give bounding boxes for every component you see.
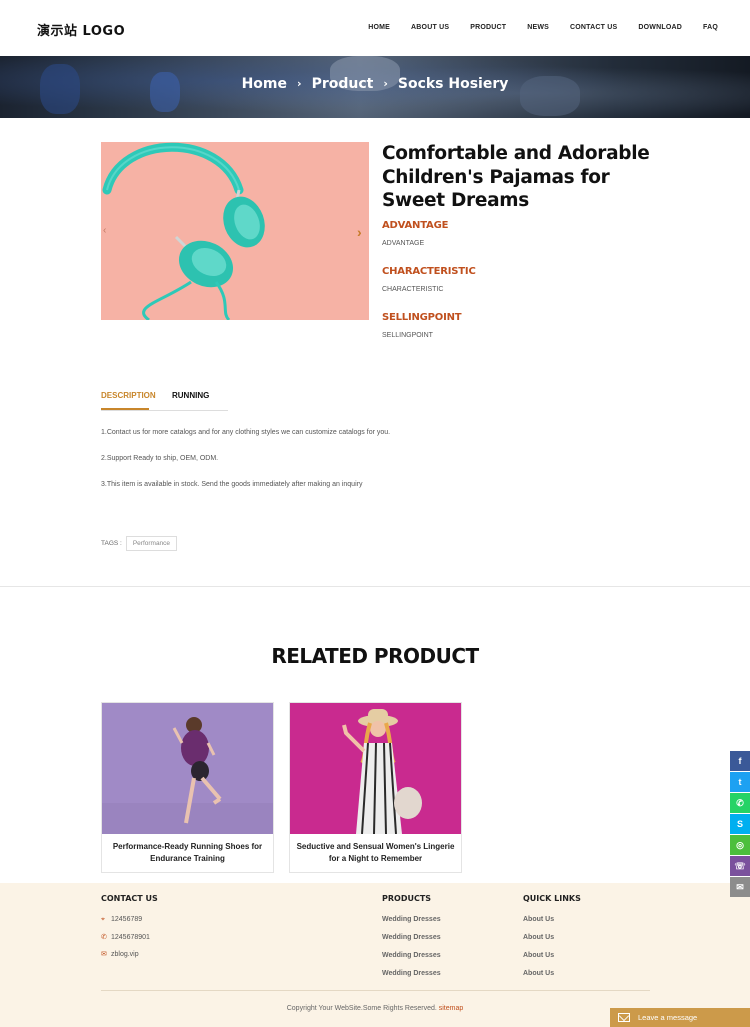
footer-product-link[interactable]: Wedding Dresses <box>382 952 441 959</box>
tag-chip[interactable]: Performance <box>125 536 178 551</box>
breadcrumb-current[interactable]: Socks Hosiery <box>398 76 509 92</box>
envelope-icon <box>618 1013 630 1022</box>
product-image[interactable] <box>101 142 369 320</box>
location-icon: ⌖ <box>101 916 105 923</box>
breadcrumb-banner: Home › Product › Socks Hosiery <box>0 56 750 118</box>
chevron-right-icon: › <box>383 77 388 90</box>
footer-quick-link[interactable]: About Us <box>523 934 554 941</box>
headphones-image <box>101 142 369 320</box>
product-title: Comfortable and Adorable Children's Paja… <box>382 143 650 211</box>
nav-news[interactable]: NEWS <box>527 24 549 31</box>
sellingpoint-heading: SELLINGPOINT <box>382 312 462 323</box>
copyright-text: Copyright Your WebSite.Some Rights Reser… <box>286 1005 437 1012</box>
tab-running-label: RUNNING <box>172 391 210 400</box>
sellingpoint-value: SELLINGPOINT <box>382 332 433 339</box>
active-tab-indicator <box>101 408 149 410</box>
tab-description-label: DESCRIPTION <box>101 391 156 400</box>
mail-icon: ✉ <box>101 951 107 958</box>
description-line: 3.This item is available in stock. Send … <box>101 481 363 488</box>
woman-purple-background-image <box>102 703 273 834</box>
wechat-icon[interactable]: ◎ <box>730 835 750 855</box>
related-product-card[interactable]: Seductive and Sensual Women's Lingerie f… <box>289 702 462 873</box>
gallery-next-icon[interactable]: › <box>357 224 362 240</box>
woman-pink-background-image <box>290 703 461 834</box>
viber-icon[interactable]: ☏ <box>730 856 750 876</box>
breadcrumb-home[interactable]: Home <box>242 76 287 92</box>
social-sidebar: f t ✆ S ◎ ☏ ✉ <box>730 751 750 898</box>
nav-home[interactable]: HOME <box>368 24 390 31</box>
footer-divider <box>101 990 650 991</box>
phone-icon: ✆ <box>101 934 107 941</box>
nav-product[interactable]: PRODUCT <box>470 24 506 31</box>
advantage-value: ADVANTAGE <box>382 240 425 247</box>
breadcrumb: Home › Product › Socks Hosiery <box>0 76 750 92</box>
footer-quick-link[interactable]: About Us <box>523 970 554 977</box>
product-tabs: DESCRIPTION RUNNING <box>101 391 228 411</box>
footer-quick-link[interactable]: About Us <box>523 952 554 959</box>
twitter-icon[interactable]: t <box>730 772 750 792</box>
nav-download[interactable]: DOWNLOAD <box>638 24 682 31</box>
tab-description[interactable]: DESCRIPTION <box>101 391 156 410</box>
product-caption[interactable]: Performance-Ready Running Shoes for Endu… <box>108 841 267 865</box>
leave-message-label: Leave a message <box>638 1013 698 1022</box>
footer-quick-links-heading: QUICK LINKS <box>523 894 581 903</box>
whatsapp-icon[interactable]: ✆ <box>730 793 750 813</box>
footer-contact-email: ✉ zblog.vip <box>101 950 139 958</box>
footer-contact-phone: ✆ 1245678901 <box>101 933 150 941</box>
product-thumbnail[interactable] <box>290 703 461 834</box>
footer-quick-link[interactable]: About Us <box>523 916 554 923</box>
footer-contact-address: ⌖ 12456789 <box>101 916 142 924</box>
skype-icon[interactable]: S <box>730 814 750 834</box>
breadcrumb-product[interactable]: Product <box>312 76 374 92</box>
nav-contact-us[interactable]: CONTACT US <box>570 24 617 31</box>
footer-product-link[interactable]: Wedding Dresses <box>382 916 441 923</box>
tags-row: TAGS : Performance <box>101 536 178 551</box>
gallery-prev-icon[interactable]: ‹ <box>103 225 106 236</box>
footer-products-heading: PRODUCTS <box>382 894 432 903</box>
section-divider <box>0 586 750 587</box>
footer-email-text[interactable]: zblog.vip <box>111 951 139 958</box>
leave-message-button[interactable]: Leave a message <box>610 1008 750 1027</box>
facebook-icon[interactable]: f <box>730 751 750 771</box>
footer-address-text: 12456789 <box>111 916 143 923</box>
footer-product-link[interactable]: Wedding Dresses <box>382 970 441 977</box>
related-title: RELATED PRODUCT <box>271 644 479 668</box>
nav-about-us[interactable]: ABOUT US <box>411 24 449 31</box>
site-header: 演示站 LOGO HOME ABOUT US PRODUCT NEWS CONT… <box>0 0 750 56</box>
footer-contact-heading: CONTACT US <box>101 894 158 903</box>
footer-product-link[interactable]: Wedding Dresses <box>382 934 441 941</box>
site-logo[interactable]: 演示站 LOGO <box>37 20 125 39</box>
footer-phone-text[interactable]: 1245678901 <box>111 934 150 941</box>
tags-label: TAGS : <box>101 540 122 547</box>
main-nav: HOME ABOUT US PRODUCT NEWS CONTACT US DO… <box>347 24 718 31</box>
description-line: 2.Support Ready to ship, OEM, ODM. <box>101 455 219 462</box>
product-caption[interactable]: Seductive and Sensual Women's Lingerie f… <box>296 841 455 865</box>
advantage-heading: ADVANTAGE <box>382 220 449 231</box>
chevron-right-icon: › <box>297 77 302 90</box>
description-line: 1.Contact us for more catalogs and for a… <box>101 429 391 436</box>
product-thumbnail[interactable] <box>102 703 273 834</box>
characteristic-value: CHARACTERISTIC <box>382 286 444 293</box>
characteristic-heading: CHARACTERISTIC <box>382 266 476 277</box>
tab-running[interactable]: RUNNING <box>172 391 209 400</box>
email-icon[interactable]: ✉ <box>730 877 750 897</box>
related-product-card[interactable]: Performance-Ready Running Shoes for Endu… <box>101 702 274 873</box>
sitemap-link[interactable]: sitemap <box>439 1005 464 1012</box>
nav-faq[interactable]: FAQ <box>703 24 718 31</box>
